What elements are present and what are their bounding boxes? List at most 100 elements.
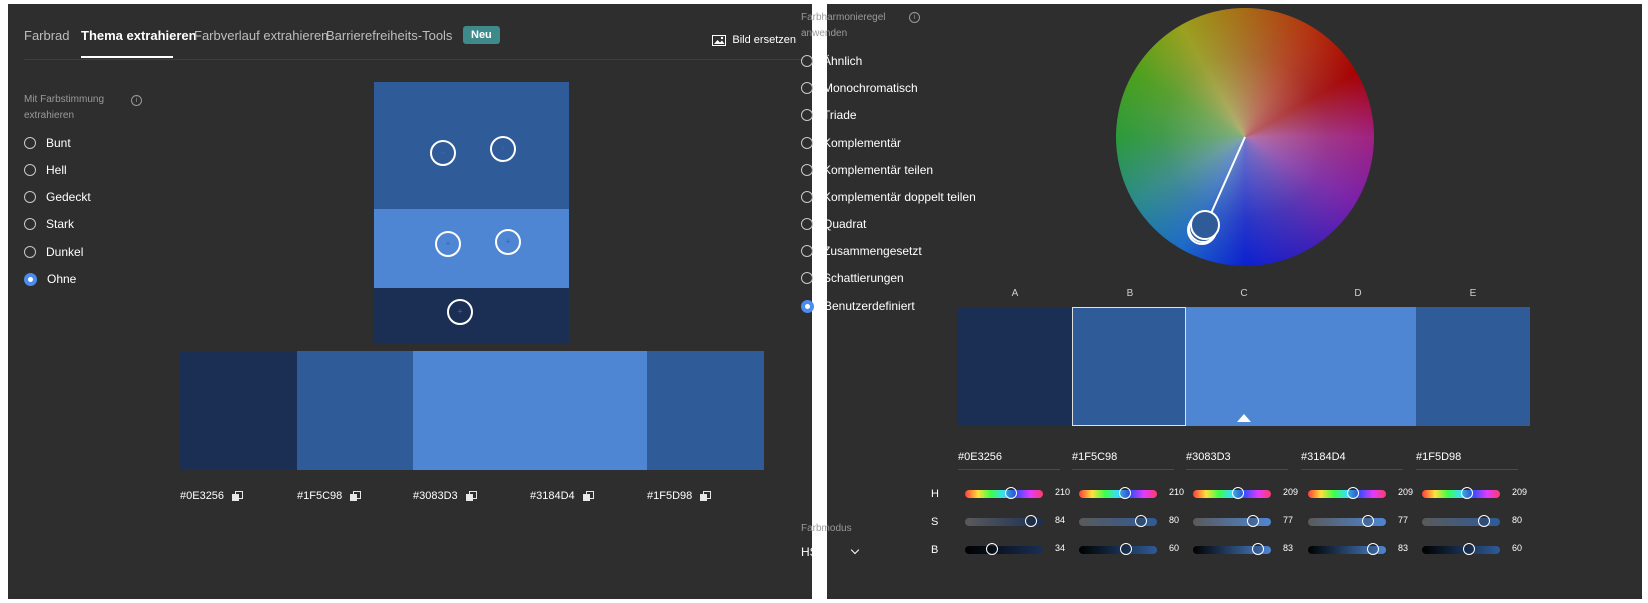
radio-circle[interactable] xyxy=(24,191,36,203)
wheel-handle-selected[interactable] xyxy=(1190,210,1220,240)
color-picker-handle[interactable] xyxy=(490,136,516,162)
radio-circle[interactable] xyxy=(24,218,36,230)
radio-circle[interactable] xyxy=(801,55,813,67)
slider-knob[interactable] xyxy=(1362,515,1375,527)
radio-circle-selected[interactable] xyxy=(801,299,814,313)
harmony-option-split-complementary[interactable]: Komplementär teilen xyxy=(801,163,933,177)
slider-h-c[interactable] xyxy=(1193,487,1271,499)
info-icon[interactable]: i xyxy=(909,12,920,23)
harmony-option-analogous[interactable]: Ähnlich xyxy=(801,54,862,68)
palette-swatch-b-selected[interactable] xyxy=(1072,307,1186,426)
radio-circle[interactable] xyxy=(24,137,36,149)
slider-knob[interactable] xyxy=(1251,543,1264,555)
mood-option-dunkel[interactable]: Dunkel xyxy=(24,245,83,259)
radio-circle[interactable] xyxy=(801,245,813,257)
slider-knob[interactable] xyxy=(1118,487,1131,499)
theme-swatch-a[interactable] xyxy=(180,351,297,470)
slider-b-a[interactable] xyxy=(965,543,1043,555)
base-color-marker-icon[interactable] xyxy=(1237,414,1251,422)
copy-icon[interactable] xyxy=(232,491,244,501)
slider-knob[interactable] xyxy=(1135,515,1148,527)
harmony-option-complementary[interactable]: Komplementär xyxy=(801,136,901,150)
slider-s-b[interactable] xyxy=(1079,515,1157,527)
slider-knob[interactable] xyxy=(1461,487,1474,499)
theme-swatch-e[interactable] xyxy=(647,351,764,470)
active-tab-indicator xyxy=(81,56,173,58)
harmony-option-shades[interactable]: Schattierungen xyxy=(801,271,904,285)
radio-circle[interactable] xyxy=(24,164,36,176)
color-picker-handle[interactable] xyxy=(430,140,456,166)
slider-b-e[interactable] xyxy=(1422,543,1500,555)
palette-swatch-a[interactable] xyxy=(958,307,1072,426)
slider-h-a[interactable] xyxy=(965,487,1043,499)
copy-icon[interactable] xyxy=(700,491,712,501)
color-picker-handle[interactable] xyxy=(435,231,461,257)
slider-b-c[interactable] xyxy=(1193,543,1271,555)
slider-knob[interactable] xyxy=(1024,515,1037,527)
slider-knob[interactable] xyxy=(1232,487,1245,499)
radio-circle[interactable] xyxy=(24,246,36,258)
palette-swatch-e[interactable] xyxy=(1416,307,1530,426)
copy-icon[interactable] xyxy=(465,491,477,501)
slider-h-b[interactable] xyxy=(1079,487,1157,499)
slider-h-e[interactable] xyxy=(1422,487,1500,499)
slider-b-d[interactable] xyxy=(1308,543,1386,555)
mood-option-gedeckt[interactable]: Gedeckt xyxy=(24,190,91,204)
harmony-option-double-split-complementary[interactable]: Komplementär doppelt teilen xyxy=(801,190,976,204)
hex-input-c[interactable]: #3083D3 xyxy=(1186,451,1288,470)
radio-circle[interactable] xyxy=(801,272,813,284)
color-picker-handle[interactable] xyxy=(447,299,473,325)
radio-circle[interactable] xyxy=(801,109,813,121)
info-icon[interactable]: i xyxy=(131,95,142,106)
slider-s-a[interactable] xyxy=(965,515,1043,527)
slider-knob[interactable] xyxy=(1004,487,1017,499)
tab-extract-theme[interactable]: Thema extrahieren xyxy=(81,28,197,43)
slider-value-h: 209 xyxy=(1283,487,1299,497)
slider-knob[interactable] xyxy=(1247,515,1260,527)
mood-option-hell[interactable]: Hell xyxy=(24,163,67,177)
mood-option-ohne[interactable]: Ohne xyxy=(24,272,76,286)
replace-image-button[interactable]: Bild ersetzen xyxy=(712,34,796,46)
tab-accessibility-tools[interactable]: Barrierefreiheits-Tools xyxy=(326,28,452,43)
slider-s-c[interactable] xyxy=(1193,515,1271,527)
slider-knob[interactable] xyxy=(1347,487,1360,499)
tab-color-wheel[interactable]: Farbrad xyxy=(24,28,70,43)
slider-s-d[interactable] xyxy=(1308,515,1386,527)
color-mode-select[interactable]: HSB xyxy=(801,545,859,559)
color-mode-label: Farbmodus xyxy=(801,523,852,534)
radio-circle[interactable] xyxy=(801,218,813,230)
slider-knob[interactable] xyxy=(1366,543,1379,555)
radio-circle-selected[interactable] xyxy=(24,272,37,286)
slider-knob[interactable] xyxy=(985,543,998,555)
harmony-option-square[interactable]: Quadrat xyxy=(801,217,866,231)
radio-circle[interactable] xyxy=(801,82,813,94)
harmony-option-custom[interactable]: Benutzerdefiniert xyxy=(801,299,915,313)
harmony-option-triad[interactable]: Triade xyxy=(801,108,857,122)
mood-option-bunt[interactable]: Bunt xyxy=(24,136,71,150)
copy-icon[interactable] xyxy=(350,491,362,501)
slider-s-e[interactable] xyxy=(1422,515,1500,527)
hex-input-e[interactable]: #1F5D98 xyxy=(1416,451,1518,470)
radio-circle[interactable] xyxy=(801,137,813,149)
color-picker-handle[interactable] xyxy=(495,229,521,255)
theme-swatch-b[interactable] xyxy=(297,351,413,470)
tab-extract-gradient[interactable]: Farbverlauf extrahieren xyxy=(194,28,328,43)
palette-swatch-c-d[interactable] xyxy=(1186,307,1416,426)
radio-circle[interactable] xyxy=(801,191,813,203)
copy-icon[interactable] xyxy=(582,491,594,501)
harmony-option-compound[interactable]: Zusammengesetzt xyxy=(801,244,922,258)
slider-b-b[interactable] xyxy=(1079,543,1157,555)
theme-swatch-c-d[interactable] xyxy=(413,351,647,470)
mood-option-stark[interactable]: Stark xyxy=(24,217,74,231)
radio-circle[interactable] xyxy=(801,164,813,176)
hex-input-a[interactable]: #0E3256 xyxy=(958,451,1060,470)
color-wheel[interactable] xyxy=(1116,8,1374,266)
slider-knob[interactable] xyxy=(1119,543,1132,555)
slider-h-d[interactable] xyxy=(1308,487,1386,499)
harmony-option-monochromatic[interactable]: Monochromatisch xyxy=(801,81,918,95)
hex-input-d[interactable]: #3184D4 xyxy=(1301,451,1403,470)
slider-knob[interactable] xyxy=(1462,543,1475,555)
column-letter: E xyxy=(1469,288,1477,299)
slider-knob[interactable] xyxy=(1478,515,1491,527)
hex-input-b[interactable]: #1F5C98 xyxy=(1072,451,1174,470)
